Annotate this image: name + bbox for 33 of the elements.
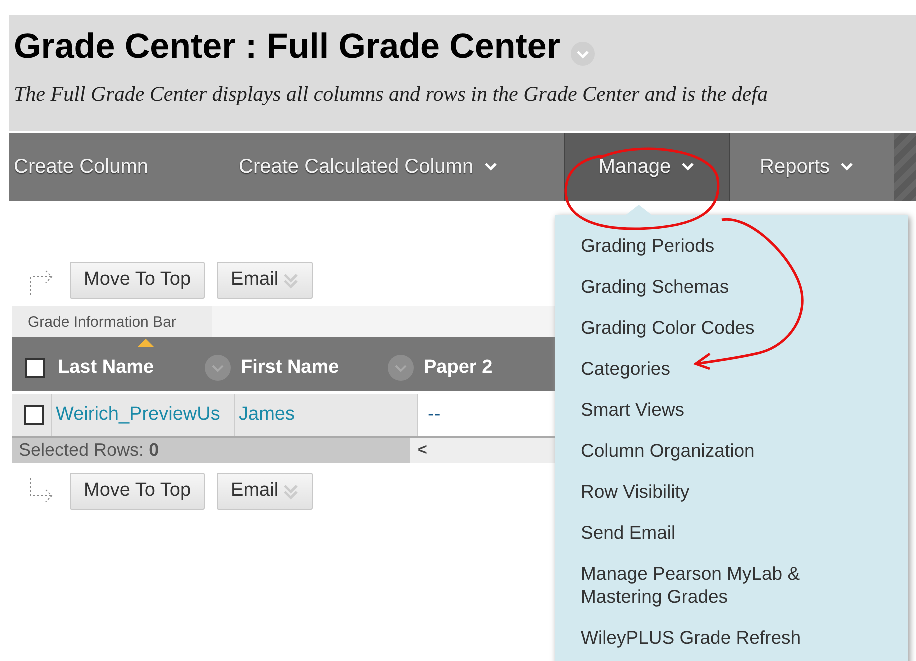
- menu-item[interactable]: Send Email: [555, 512, 908, 553]
- email-menu-button[interactable]: Email: [217, 473, 313, 510]
- column-header[interactable]: Paper 2: [424, 354, 493, 382]
- menu-item[interactable]: Row Visibility: [555, 471, 908, 512]
- double-chevron-icon: [282, 272, 299, 290]
- nav-stripe-background: [894, 133, 916, 201]
- menu-item[interactable]: WileyPLUS Grade Refresh: [555, 617, 908, 658]
- move-to-top-button[interactable]: Move To Top: [70, 262, 206, 299]
- nav-tab[interactable]: Create Column: [9, 133, 209, 201]
- nav-tab[interactable]: Create Calculated Column: [209, 133, 564, 201]
- column-header[interactable]: Last Name: [58, 354, 154, 382]
- row-checkbox[interactable]: [24, 405, 44, 425]
- menu-item[interactable]: Grading Color Codes: [555, 307, 908, 348]
- menu-item[interactable]: Manage Pearson MyLab & Mastering Grades: [555, 553, 908, 617]
- grade-cell-text: --: [428, 402, 441, 427]
- page-title: Grade Center : Full Grade Center: [14, 27, 561, 67]
- menu-item[interactable]: Smart Views: [555, 389, 908, 430]
- nav-tab[interactable]: Manage: [564, 133, 730, 201]
- column-header[interactable]: First Name: [241, 354, 340, 382]
- chevron-icon[interactable]: [570, 42, 595, 66]
- move-to-top-button[interactable]: Move To Top: [70, 473, 206, 510]
- info-bar-tab[interactable]: Grade Information Bar: [12, 306, 212, 337]
- select-all-checkbox[interactable]: [25, 358, 45, 378]
- nav-tab[interactable]: Reports: [730, 133, 894, 201]
- column-menu-icon[interactable]: [205, 355, 231, 381]
- double-chevron-icon: [282, 482, 299, 500]
- menu-item[interactable]: Grading Schemas: [555, 266, 908, 307]
- menu-item[interactable]: Categories: [555, 348, 908, 389]
- column-menu-icon[interactable]: [388, 355, 414, 381]
- page-description: The Full Grade Center displays all columns and rows in the Grade Center and is the defa: [14, 81, 770, 108]
- selected-rows-count: Selected Rows: 0: [12, 438, 410, 463]
- email-menu-button[interactable]: Email: [217, 262, 313, 299]
- menu-item[interactable]: Grading Periods: [555, 225, 908, 266]
